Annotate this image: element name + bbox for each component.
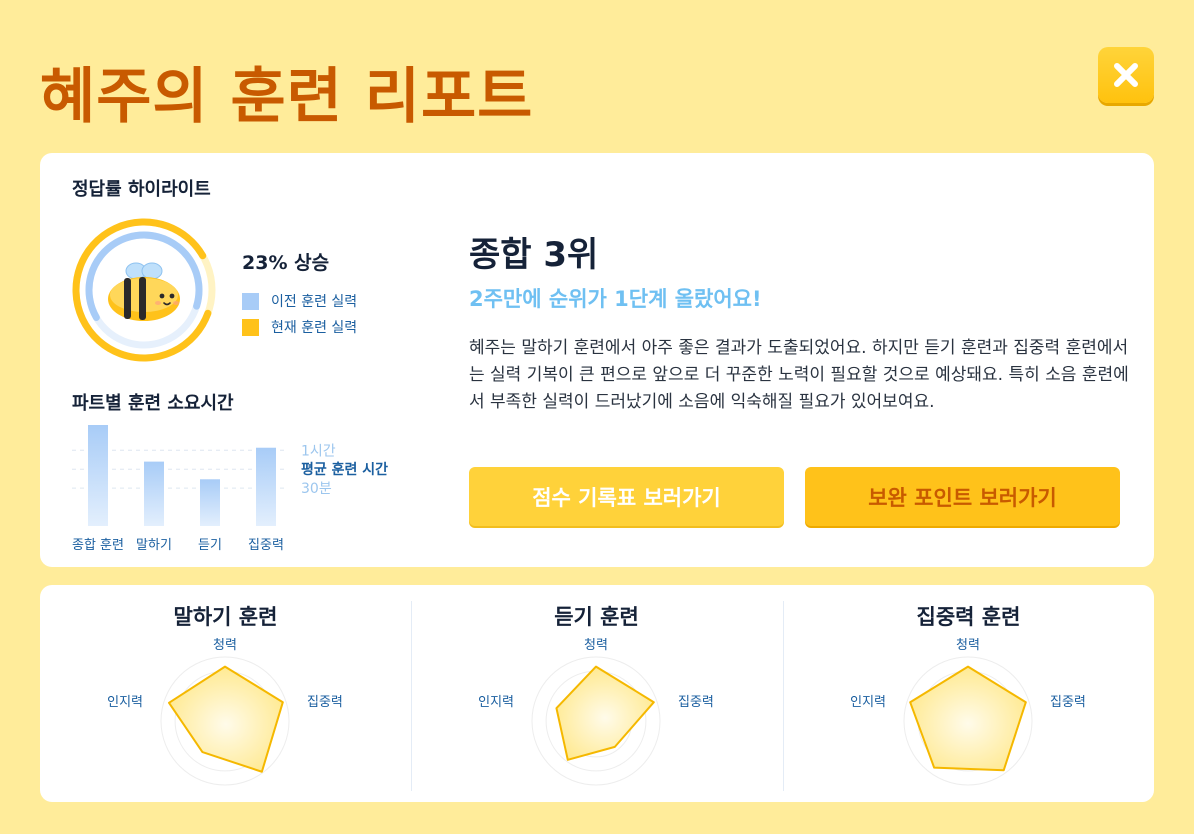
time-bar-chart: 1시간평균 훈련 시간 30분종합 훈련 말하기 듣기 집중력 bbox=[72, 425, 388, 553]
radar-title: 집중력 훈련 bbox=[916, 605, 1021, 629]
bar-0 bbox=[88, 425, 108, 526]
legend-swatch bbox=[242, 318, 259, 336]
highlight-label: 정답률 하이라이트 bbox=[72, 179, 211, 200]
radar-title: 말하기 훈련 bbox=[173, 605, 278, 629]
report-description: 혜주는 말하기 훈련에서 아주 좋은 결과가 도출되었어요. 하지만 듣기 훈련… bbox=[469, 338, 1129, 412]
radar-focus: 집중력 훈련 청력집중력기억력이해력인지력 bbox=[783, 585, 1154, 802]
improvement-points-button[interactable]: 보완 포인트 보러가기 bbox=[805, 467, 1120, 526]
bar-3 bbox=[256, 447, 276, 526]
rank-subtitle: 2주만에 순위가 1단계 올랐어요! bbox=[469, 287, 762, 311]
radar-axis-label: 집중력 bbox=[678, 695, 714, 710]
report-summary-card: 정답률 하이라이트 23% 상승 이전 훈련 실력 현재 훈련 실력 파트별 훈… bbox=[40, 153, 1154, 567]
time-chart-label: 파트별 훈련 소요시간 bbox=[72, 393, 234, 414]
legend-swatch bbox=[242, 292, 259, 310]
reference-label: 30분 bbox=[301, 481, 332, 497]
bar-label: 듣기 bbox=[198, 538, 222, 553]
bar-label: 종합 훈련 bbox=[72, 538, 124, 553]
radar-chart: 청력집중력기억력이해력인지력 bbox=[850, 638, 1086, 786]
radar-speaking: 말하기 훈련 청력집중력발음이해력인지력 bbox=[40, 585, 411, 802]
radar-axis-label: 청력 bbox=[213, 638, 237, 653]
legend-label: 이전 훈련 실력 bbox=[271, 294, 358, 310]
radar-chart: 청력집중력발음이해력인지력 bbox=[107, 638, 343, 786]
radar-title: 듣기 훈련 bbox=[554, 605, 639, 629]
bar-label: 집중력 bbox=[248, 538, 284, 553]
radar-axis-label: 청력 bbox=[956, 638, 980, 653]
radar-axis-label: 인지력 bbox=[107, 695, 143, 710]
score-record-button[interactable]: 점수 기록표 보러가기 bbox=[469, 467, 784, 526]
radar-area bbox=[909, 665, 1027, 772]
radar-area bbox=[168, 665, 284, 773]
reference-label: 평균 훈련 시간 bbox=[301, 461, 388, 478]
reference-label: 1시간 bbox=[301, 443, 336, 459]
page-title: 혜주의 훈련 리포트 bbox=[40, 62, 534, 132]
bar-1 bbox=[144, 461, 164, 526]
radar-axis-label: 인지력 bbox=[478, 695, 514, 710]
radar-card: 말하기 훈련 청력집중력발음이해력인지력 듣기 훈련 청력집중력기억력이해력인지… bbox=[40, 585, 1154, 802]
rise-percentage: 23% 상승 bbox=[242, 252, 330, 274]
radar-chart: 청력집중력기억력이해력인지력 bbox=[478, 638, 714, 786]
radar-axis-label: 인지력 bbox=[850, 695, 886, 710]
bar-label: 말하기 bbox=[136, 538, 172, 553]
legend-previous: 이전 훈련 실력 bbox=[242, 291, 357, 311]
close-icon bbox=[1114, 63, 1138, 87]
radar-axis-label: 집중력 bbox=[1050, 695, 1086, 710]
radar-listening: 듣기 훈련 청력집중력기억력이해력인지력 bbox=[411, 585, 782, 802]
progress-ring bbox=[72, 218, 216, 362]
close-button[interactable] bbox=[1098, 47, 1154, 103]
legend-current: 현재 훈련 실력 bbox=[242, 317, 357, 337]
radar-axis-label: 집중력 bbox=[307, 695, 343, 710]
bar-2 bbox=[200, 479, 220, 526]
legend-label: 현재 훈련 실력 bbox=[271, 320, 358, 336]
rank-title: 종합 3위 bbox=[469, 235, 599, 275]
radar-axis-label: 청력 bbox=[584, 638, 608, 653]
